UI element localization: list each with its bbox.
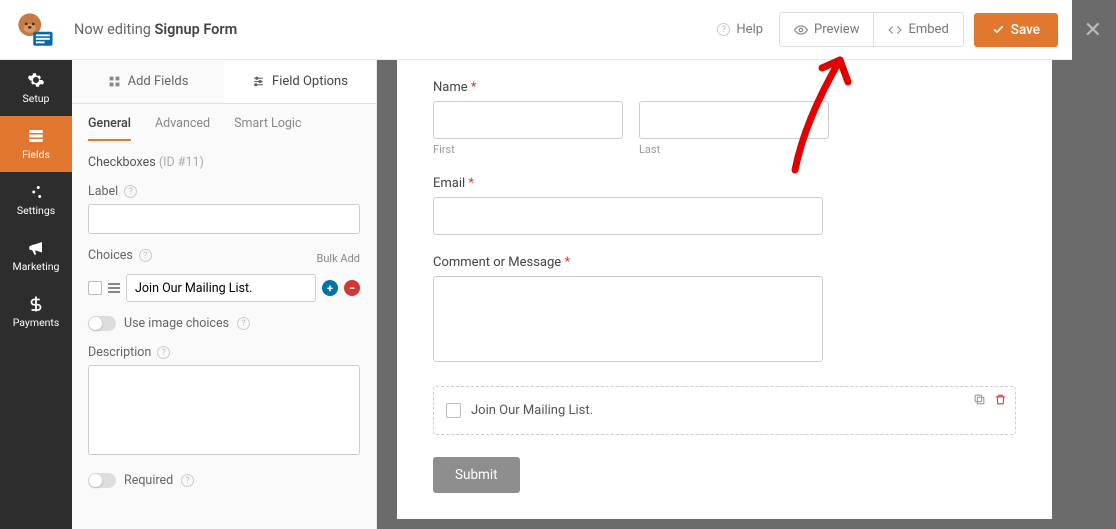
subtab-general[interactable]: General	[88, 116, 131, 141]
field-crumb: Checkboxes (ID #11)	[88, 155, 360, 170]
trash-icon[interactable]	[994, 393, 1007, 406]
rail-setup[interactable]: Setup	[0, 60, 72, 116]
description-heading: Description	[88, 345, 151, 360]
help-icon[interactable]: ?	[124, 185, 137, 198]
help-icon[interactable]: ?	[181, 474, 194, 487]
rail-payments[interactable]: Payments	[0, 284, 72, 340]
image-choices-toggle[interactable]	[88, 316, 116, 331]
fields-icon	[27, 127, 45, 145]
required-label: Required	[124, 473, 173, 488]
duplicate-icon[interactable]	[973, 393, 986, 406]
required-toggle[interactable]	[88, 473, 116, 488]
rail-settings[interactable]: Settings	[0, 172, 72, 228]
remove-choice-button[interactable]: −	[344, 280, 360, 296]
first-name-input[interactable]	[433, 101, 623, 139]
close-icon[interactable]: ✕	[1084, 18, 1102, 43]
label-input[interactable]	[88, 204, 360, 234]
dollar-icon	[27, 295, 45, 313]
embed-button[interactable]: Embed	[873, 13, 962, 46]
image-choices-label: Use image choices	[124, 316, 229, 331]
sliders-icon	[252, 75, 265, 88]
download-icon	[303, 253, 313, 263]
help-icon[interactable]: ?	[157, 346, 170, 359]
comment-textarea[interactable]	[433, 276, 823, 362]
topbar: Now editing Signup Form ? Help Preview E…	[0, 0, 1072, 60]
subtab-smart-logic[interactable]: Smart Logic	[234, 116, 301, 141]
submit-button[interactable]: Submit	[433, 457, 520, 493]
choice-default-checkbox[interactable]	[88, 281, 102, 295]
help-icon[interactable]: ?	[139, 249, 152, 262]
last-sublabel: Last	[639, 143, 829, 156]
add-choice-button[interactable]: +	[322, 280, 338, 296]
first-sublabel: First	[433, 143, 623, 156]
eye-icon	[794, 23, 808, 37]
last-name-input[interactable]	[639, 101, 829, 139]
nav-rail: Setup Fields Settings Marketing Payments	[0, 60, 72, 529]
sidebar: Add Fields Field Options General Advance…	[72, 60, 377, 529]
help-link[interactable]: ? Help	[717, 22, 763, 37]
subtab-advanced[interactable]: Advanced	[155, 116, 210, 141]
gear-icon	[27, 71, 45, 89]
label-heading: Label	[88, 184, 118, 199]
rail-fields[interactable]: Fields	[0, 116, 72, 172]
save-button[interactable]: Save	[974, 13, 1058, 47]
form-canvas: Name * First Last Email *	[377, 60, 1072, 529]
preview-button[interactable]: Preview	[780, 13, 873, 46]
bullhorn-icon	[27, 239, 45, 257]
preview-checkbox-label: Join Our Mailing List.	[471, 403, 593, 418]
choices-heading: Choices	[88, 248, 133, 263]
tab-add-fields[interactable]: Add Fields	[72, 60, 224, 103]
tab-field-options[interactable]: Field Options	[224, 60, 376, 103]
help-icon: ?	[717, 23, 730, 36]
sliders-icon	[27, 183, 45, 201]
comment-label: Comment or Message *	[433, 255, 1016, 270]
wpforms-logo	[14, 9, 56, 51]
email-label: Email *	[433, 176, 1016, 191]
selected-checkbox-field[interactable]: Join Our Mailing List.	[433, 386, 1016, 435]
name-label: Name *	[433, 80, 1016, 95]
description-input[interactable]	[88, 365, 360, 455]
grid-icon	[108, 75, 121, 88]
help-icon[interactable]: ?	[237, 317, 250, 330]
drag-handle-icon[interactable]	[108, 283, 120, 293]
email-input[interactable]	[433, 197, 823, 235]
preview-embed-group: Preview Embed	[779, 12, 964, 47]
preview-checkbox[interactable]	[446, 403, 461, 418]
choice-row: + −	[88, 274, 360, 302]
choice-input[interactable]	[126, 274, 316, 302]
rail-marketing[interactable]: Marketing	[0, 228, 72, 284]
code-icon	[888, 23, 902, 37]
editing-title: Now editing Signup Form	[74, 21, 237, 38]
check-icon	[992, 23, 1005, 36]
bulk-add-link[interactable]: Bulk Add	[303, 252, 360, 265]
